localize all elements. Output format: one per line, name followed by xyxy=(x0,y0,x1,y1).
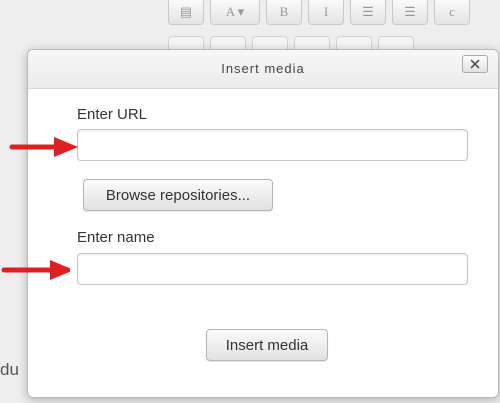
close-icon xyxy=(470,59,480,69)
toolbar-numbered-list-button[interactable]: ☰ xyxy=(392,0,428,25)
editor-toolbar: ▤ A ▾ B I ☰ ☰ c xyxy=(168,0,470,26)
url-input[interactable] xyxy=(77,129,468,161)
url-label: Enter URL xyxy=(77,106,148,123)
insert-media-button[interactable]: Insert media xyxy=(206,329,328,361)
red-arrow-name-annotation xyxy=(1,260,70,280)
red-arrow-url-annotation xyxy=(9,137,78,157)
dialog-header: Insert media xyxy=(28,50,498,89)
name-input[interactable] xyxy=(77,253,468,285)
toolbar-button[interactable] xyxy=(168,36,204,49)
toolbar-image-button[interactable]: ▤ xyxy=(168,0,204,25)
toolbar-font-button[interactable]: A ▾ xyxy=(210,0,260,25)
toolbar-button[interactable] xyxy=(294,36,330,49)
toolbar-more-button[interactable]: c xyxy=(434,0,470,25)
toolbar-button[interactable] xyxy=(336,36,372,49)
toolbar-bullet-list-button[interactable]: ☰ xyxy=(350,0,386,25)
insert-media-dialog: Insert media Enter URL Browse repositori… xyxy=(27,49,499,398)
toolbar-bold-button[interactable]: B xyxy=(266,0,302,25)
editor-toolbar-row-2 xyxy=(168,36,414,50)
toolbar-italic-button[interactable]: I xyxy=(308,0,344,25)
toolbar-button[interactable] xyxy=(378,36,414,49)
toolbar-button[interactable] xyxy=(252,36,288,49)
toolbar-button[interactable] xyxy=(210,36,246,49)
close-button[interactable] xyxy=(462,55,488,73)
dialog-title: Insert media xyxy=(221,61,305,76)
name-label: Enter name xyxy=(77,229,155,246)
editor-partial-text: du xyxy=(0,360,19,379)
browse-repositories-button[interactable]: Browse repositories... xyxy=(83,179,273,211)
